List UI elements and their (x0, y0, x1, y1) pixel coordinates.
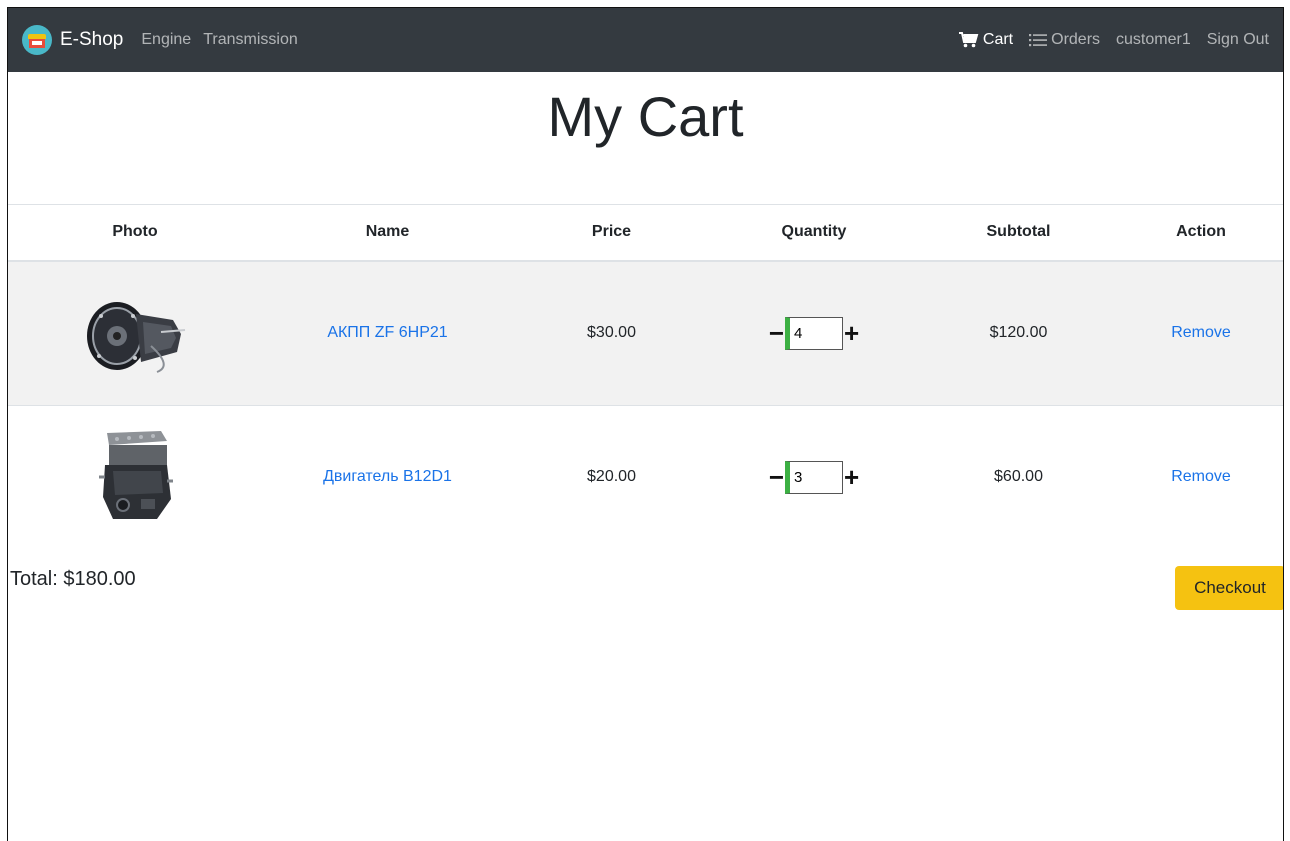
cart-icon (958, 32, 979, 48)
shop-logo-icon (22, 25, 52, 55)
quantity-input[interactable] (785, 460, 843, 494)
remove-link[interactable]: Remove (1171, 468, 1231, 485)
engine-photo[interactable] (95, 427, 175, 523)
nav-engine[interactable]: Engine (141, 31, 191, 49)
cart-total: Total: $180.00 (10, 568, 136, 590)
header-action: Action (1119, 204, 1283, 262)
nav-orders-label: Orders (1051, 31, 1101, 48)
nav-cart-label: Cart (982, 31, 1014, 48)
quantity-stepper: − + (768, 316, 860, 350)
app-frame: E-Shop Engine Transmission Cart Orders c… (7, 7, 1284, 841)
cell-subtotal: $120.00 (918, 260, 1119, 406)
checkout-button[interactable]: Checkout (1175, 566, 1283, 610)
table-header-row: Photo Name Price Quantity Subtotal Actio… (8, 204, 1283, 262)
cell-photo (8, 260, 262, 406)
nav-username[interactable]: customer1 (1116, 31, 1191, 49)
list-icon (1029, 34, 1048, 47)
cart-table: Photo Name Price Quantity Subtotal Actio… (8, 204, 1283, 549)
cell-subtotal: $60.00 (918, 405, 1119, 549)
brand-label: E-Shop (60, 29, 124, 50)
quantity-input[interactable] (785, 316, 843, 350)
table-row: АКПП ZF 6HP21 $30.00 − + $120.00 Remove (8, 260, 1283, 406)
increase-quantity-button[interactable]: + (843, 464, 860, 490)
header-name: Name (262, 204, 513, 262)
cell-photo (8, 405, 262, 549)
header-subtotal: Subtotal (918, 204, 1119, 262)
decrease-quantity-button[interactable]: − (768, 320, 785, 346)
table-row: Двигатель B12D1 $20.00 − + $60.00 Remove (8, 405, 1283, 549)
nav-transmission[interactable]: Transmission (203, 31, 298, 49)
header-quantity: Quantity (710, 204, 918, 262)
nav-signout[interactable]: Sign Out (1207, 31, 1269, 49)
cell-price: $30.00 (513, 260, 710, 406)
header-photo: Photo (8, 204, 262, 262)
header-price: Price (513, 204, 710, 262)
cell-name: Двигатель B12D1 (262, 405, 513, 549)
decrease-quantity-button[interactable]: − (768, 464, 785, 490)
cell-name: АКПП ZF 6HP21 (262, 260, 513, 406)
nav-cart[interactable]: Cart (958, 31, 1014, 49)
cell-price: $20.00 (513, 405, 710, 549)
transmission-photo[interactable] (81, 286, 189, 376)
product-name-link[interactable]: Двигатель B12D1 (323, 468, 452, 485)
nav-user-menu: Cart Orders customer1 Sign Out (943, 31, 1269, 49)
cell-action: Remove (1119, 260, 1283, 406)
cell-quantity: − + (710, 260, 918, 406)
increase-quantity-button[interactable]: + (843, 320, 860, 346)
brand[interactable]: E-Shop (22, 25, 123, 55)
remove-link[interactable]: Remove (1171, 324, 1231, 341)
nav-categories: Engine Transmission (141, 31, 309, 49)
cell-action: Remove (1119, 405, 1283, 549)
cell-quantity: − + (710, 405, 918, 549)
navbar: E-Shop Engine Transmission Cart Orders c… (8, 8, 1283, 72)
page-title: My Cart (547, 85, 744, 148)
quantity-stepper: − + (768, 460, 860, 494)
product-name-link[interactable]: АКПП ZF 6HP21 (327, 324, 447, 341)
nav-orders[interactable]: Orders (1029, 31, 1100, 49)
